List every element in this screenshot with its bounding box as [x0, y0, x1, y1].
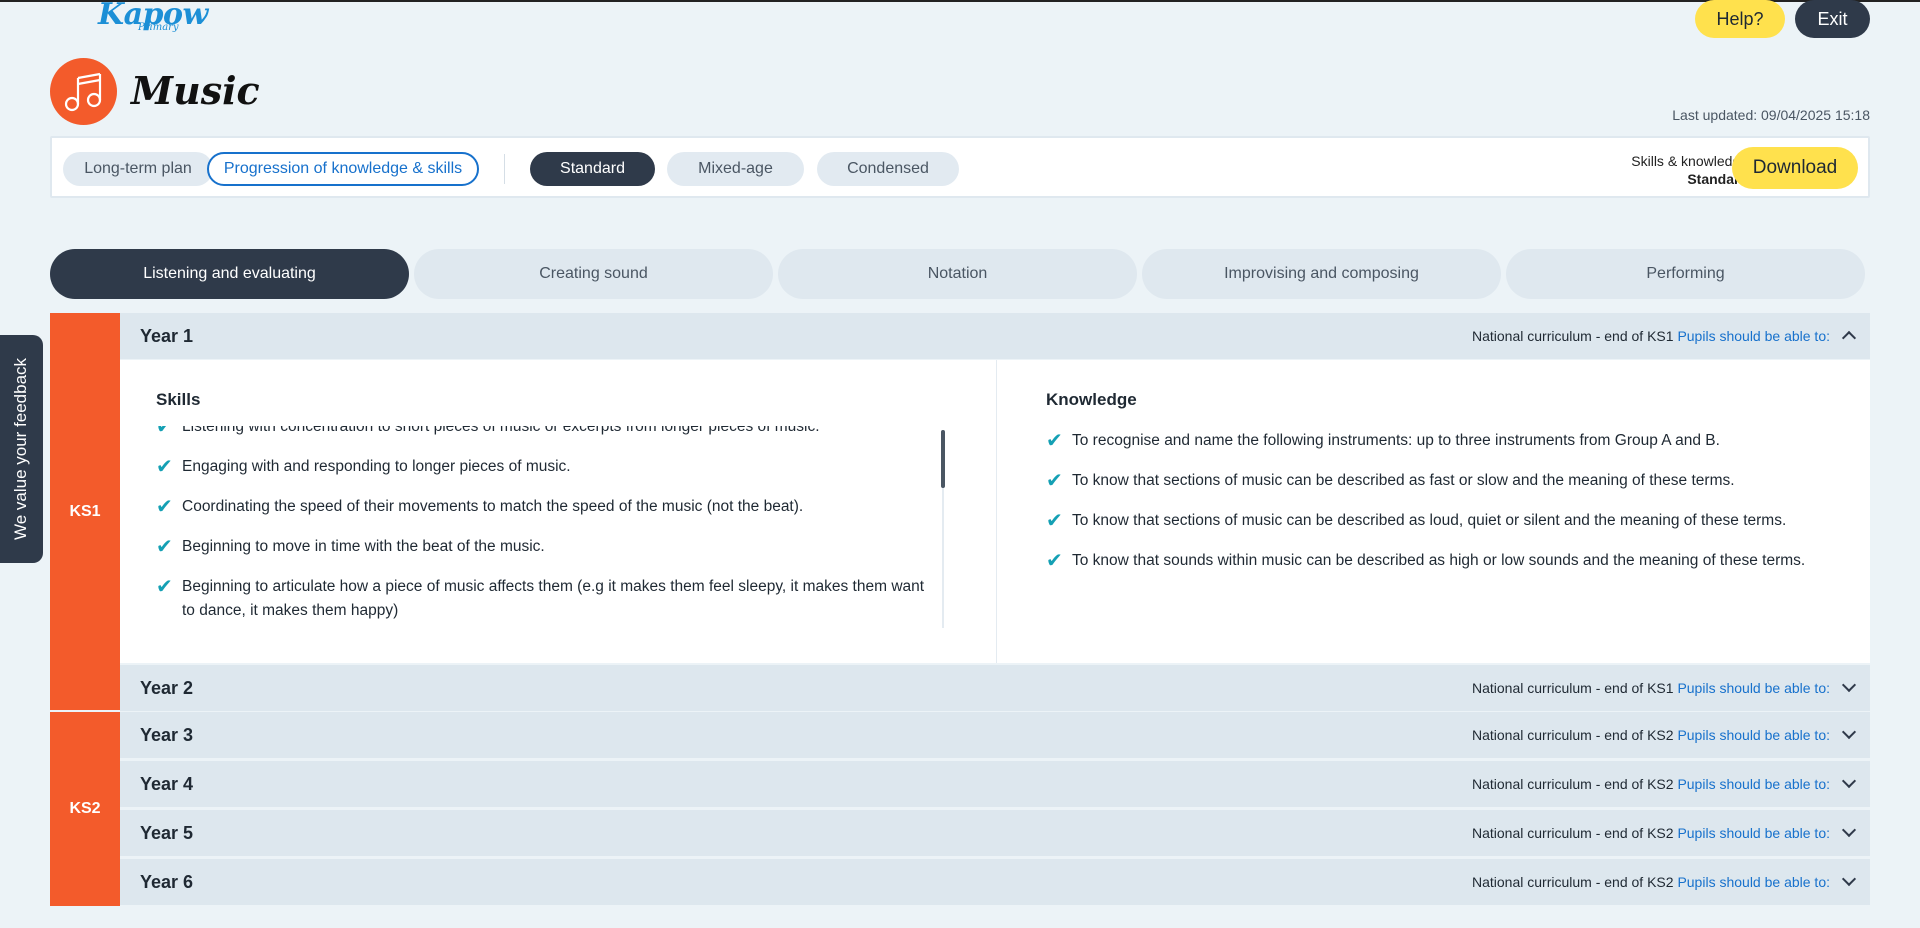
- year-row-2[interactable]: Year 2 National curriculum - end of KS1 …: [120, 665, 1870, 711]
- check-icon: ✔: [156, 536, 173, 558]
- strand-tab-performing[interactable]: Performing: [1506, 249, 1865, 299]
- skills-scrollbar-thumb[interactable]: [941, 430, 945, 488]
- page-title: Music: [131, 68, 260, 113]
- pupils-link[interactable]: Pupils should be able to:: [1677, 328, 1830, 344]
- year-label: Year 2: [140, 677, 194, 698]
- year-label: Year 6: [140, 871, 194, 892]
- strand-tab-creating-sound[interactable]: Creating sound: [414, 249, 773, 299]
- knowledge-title: Knowledge: [1046, 390, 1137, 409]
- nc-text: National curriculum - end of KS2: [1472, 776, 1674, 792]
- skill-text: Beginning to articulate how a piece of m…: [182, 578, 925, 619]
- check-icon: ✔: [1046, 510, 1063, 532]
- strand-tab-improvising[interactable]: Improvising and composing: [1142, 249, 1501, 299]
- national-curriculum-text: National curriculum - end of KS1 Pupils …: [1472, 328, 1830, 344]
- check-icon: ✔: [1046, 550, 1063, 572]
- knowledge-text: To recognise and name the following inst…: [1072, 432, 1720, 449]
- list-item: ✔ Beginning to articulate how a piece of …: [156, 575, 936, 623]
- year-label: Year 3: [140, 724, 194, 745]
- strand-tab-notation[interactable]: Notation: [778, 249, 1137, 299]
- condensed-toggle[interactable]: Condensed: [817, 152, 959, 186]
- skill-text: Beginning to move in time with the beat …: [182, 538, 545, 555]
- last-updated-text: Last updated: 09/04/2025 15:18: [1672, 107, 1870, 123]
- year-row-1[interactable]: Year 1 National curriculum - end of KS1 …: [120, 313, 1870, 359]
- download-scope-label: Skills & knowledge Standard: [1631, 152, 1748, 188]
- toolbar-divider: [504, 154, 505, 184]
- check-icon: ✔: [1046, 430, 1063, 452]
- feedback-tab[interactable]: We value your feedback: [0, 335, 43, 563]
- knowledge-text: To know that sections of music can be de…: [1072, 472, 1735, 489]
- toolbar: Long-term plan Progression of knowledge …: [50, 136, 1870, 198]
- national-curriculum-text: National curriculum - end of KS2 Pupils …: [1472, 874, 1830, 890]
- strand-tab-listening[interactable]: Listening and evaluating: [50, 249, 409, 299]
- kapow-logo[interactable]: Kapow Primary: [98, 0, 208, 40]
- national-curriculum-text: National curriculum - end of KS2 Pupils …: [1472, 776, 1830, 792]
- year-1-panel: Skills ✔ Listening with concentration to …: [120, 360, 1870, 663]
- ks2-label: KS2: [50, 712, 120, 906]
- ks1-label: KS1: [50, 313, 120, 710]
- knowledge-text: To know that sections of music can be de…: [1072, 512, 1787, 529]
- check-icon: ✔: [1046, 470, 1063, 492]
- chevron-down-icon[interactable]: [1841, 871, 1857, 887]
- national-curriculum-text: National curriculum - end of KS2 Pupils …: [1472, 825, 1830, 841]
- top-border: [0, 0, 1920, 2]
- chevron-down-icon[interactable]: [1841, 822, 1857, 838]
- pupils-link[interactable]: Pupils should be able to:: [1677, 680, 1830, 696]
- list-item: ✔ Listening with concentration to short p…: [156, 426, 936, 439]
- mixed-age-toggle[interactable]: Mixed-age: [667, 152, 804, 186]
- progression-tab[interactable]: Progression of knowledge & skills: [207, 152, 479, 186]
- pupils-link[interactable]: Pupils should be able to:: [1677, 825, 1830, 841]
- check-icon: ✔: [156, 426, 173, 438]
- chevron-down-icon[interactable]: [1841, 677, 1857, 693]
- list-item: ✔ Engaging with and responding to longer …: [156, 455, 936, 479]
- year-label: Year 4: [140, 773, 194, 794]
- list-item: ✔ To know that sections of music can be d…: [1046, 509, 1846, 533]
- nc-text: National curriculum - end of KS1: [1472, 328, 1674, 344]
- skill-text: Engaging with and responding to longer p…: [182, 458, 571, 475]
- chevron-down-icon[interactable]: [1841, 773, 1857, 789]
- pupils-link[interactable]: Pupils should be able to:: [1677, 727, 1830, 743]
- help-button[interactable]: Help?: [1695, 0, 1785, 38]
- nc-text: National curriculum - end of KS2: [1472, 874, 1674, 890]
- year-label: Year 1: [140, 325, 194, 346]
- check-icon: ✔: [156, 496, 173, 518]
- list-item: ✔ Beginning to move in time with the beat…: [156, 535, 936, 559]
- skill-text: Listening with concentration to short pi…: [182, 426, 820, 435]
- knowledge-list: ✔ To recognise and name the following ins…: [1046, 429, 1846, 589]
- year-row-4[interactable]: Year 4 National curriculum - end of KS2 …: [120, 761, 1870, 807]
- logo-sub-text: Primary: [138, 22, 179, 33]
- nc-text: National curriculum - end of KS2: [1472, 825, 1674, 841]
- check-icon: ✔: [156, 576, 173, 598]
- skill-text: Coordinating the speed of their movement…: [182, 498, 804, 515]
- year-row-5[interactable]: Year 5 National curriculum - end of KS2 …: [120, 810, 1870, 856]
- pupils-link[interactable]: Pupils should be able to:: [1677, 874, 1830, 890]
- skills-title: Skills: [156, 390, 201, 409]
- year-row-3[interactable]: Year 3 National curriculum - end of KS2 …: [120, 712, 1870, 758]
- sk-label-text: Skills & knowledge: [1631, 153, 1748, 169]
- national-curriculum-text: National curriculum - end of KS2 Pupils …: [1472, 727, 1830, 743]
- check-icon: ✔: [156, 456, 173, 478]
- nc-text: National curriculum - end of KS2: [1472, 727, 1674, 743]
- music-note-icon: [50, 58, 117, 125]
- list-item: ✔ To know that sections of music can be d…: [1046, 469, 1846, 493]
- pupils-link[interactable]: Pupils should be able to:: [1677, 776, 1830, 792]
- year-row-6[interactable]: Year 6 National curriculum - end of KS2 …: [120, 859, 1870, 905]
- national-curriculum-text: National curriculum - end of KS1 Pupils …: [1472, 680, 1830, 696]
- list-item: ✔ Coordinating the speed of their movemen…: [156, 495, 936, 519]
- chevron-up-icon[interactable]: [1841, 330, 1857, 346]
- chevron-down-icon[interactable]: [1841, 724, 1857, 740]
- feedback-label: We value your feedback: [11, 357, 31, 541]
- year-label: Year 5: [140, 822, 194, 843]
- nc-text: National curriculum - end of KS1: [1472, 680, 1674, 696]
- download-button[interactable]: Download: [1732, 147, 1858, 189]
- list-item: ✔ To know that sounds within music can be…: [1046, 549, 1846, 573]
- list-item: ✔ To recognise and name the following ins…: [1046, 429, 1846, 453]
- exit-button[interactable]: Exit: [1795, 0, 1870, 38]
- column-divider: [996, 360, 997, 663]
- long-term-plan-tab[interactable]: Long-term plan: [63, 152, 213, 186]
- skills-list[interactable]: ✔ Listening with concentration to short p…: [156, 426, 936, 626]
- standard-toggle[interactable]: Standard: [530, 152, 655, 186]
- knowledge-text: To know that sounds within music can be …: [1072, 552, 1806, 569]
